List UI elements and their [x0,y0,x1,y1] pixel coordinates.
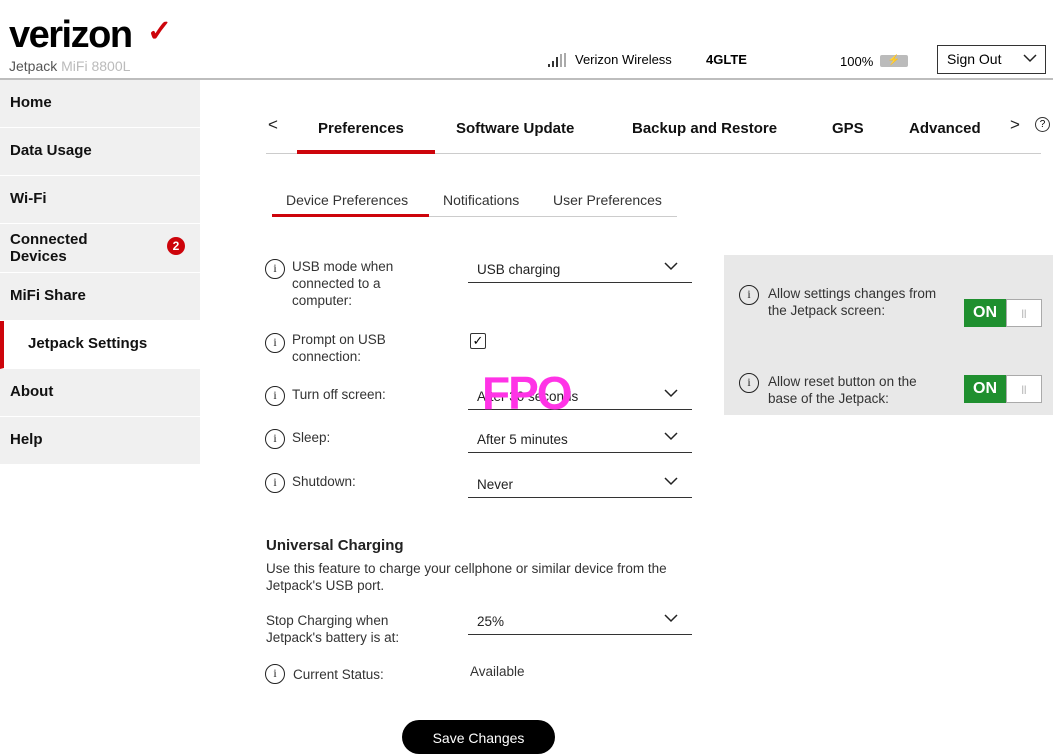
universal-charging-description: Use this feature to charge your cellphon… [266,561,667,593]
toggle-state: ON [964,299,1006,327]
chevron-down-icon [664,262,678,271]
shutdown-value: Never [477,477,514,492]
shutdown-select[interactable]: Never [468,472,692,498]
sidebar: Home Data Usage Wi-Fi Connected Devices … [0,80,200,465]
signal-bars-icon [548,53,568,67]
verizon-check-icon: ✓ [147,15,173,48]
fpo-watermark: FPO [482,367,573,419]
active-tab-indicator [297,150,435,154]
toggle-state: ON [964,375,1006,403]
tab-software-update[interactable]: Software Update [456,120,574,137]
info-icon[interactable]: i [739,285,759,305]
active-subtab-indicator [272,214,429,217]
toggle-knob-icon: || [1006,375,1042,403]
sleep-select[interactable]: After 5 minutes [468,427,692,453]
sign-out-dropdown[interactable]: Sign Out [937,45,1046,74]
chevron-down-icon [1023,54,1037,63]
sidebar-item-label: MiFi Share [10,287,86,304]
info-icon[interactable]: i [739,373,759,393]
subtab-notifications[interactable]: Notifications [443,192,519,208]
tabs-prev-arrow[interactable]: < [268,115,278,135]
sidebar-item-data-usage[interactable]: Data Usage [0,128,200,176]
help-icon[interactable]: ? [1035,117,1050,132]
sidebar-item-label: Wi-Fi [10,190,47,207]
tab-preferences[interactable]: Preferences [318,120,404,137]
info-icon[interactable]: i [265,664,285,684]
toggle-knob-icon: || [1006,299,1042,327]
header: verizon ✓ Jetpack MiFi 8800L Verizon Wir… [0,0,1053,80]
sidebar-item-home[interactable]: Home [0,80,200,128]
current-status-label: Current Status: [293,667,384,682]
sidebar-item-mifi-share[interactable]: MiFi Share [0,273,200,321]
sidebar-item-label: Help [10,431,43,448]
info-icon[interactable]: i [265,473,285,493]
chevron-down-icon [664,614,678,623]
info-icon[interactable]: i [265,429,285,449]
current-status-value: Available [470,664,525,679]
subtab-device-preferences[interactable]: Device Preferences [286,192,408,208]
verizon-logo: verizon [9,14,133,56]
usb-mode-value: USB charging [477,262,561,277]
subtab-user-preferences[interactable]: User Preferences [553,192,662,208]
devices-count-badge: 2 [167,237,185,255]
chevron-down-icon [664,389,678,398]
stop-charging-select[interactable]: 25% [468,609,692,635]
stop-charging-value: 25% [477,614,505,629]
sidebar-item-label: Connected Devices [10,231,88,265]
universal-charging-title: Universal Charging [266,537,404,554]
turn-off-screen-label: Turn off screen: [292,387,386,402]
tab-advanced[interactable]: Advanced [909,120,981,137]
info-icon[interactable]: i [265,386,285,406]
sidebar-item-wifi[interactable]: Wi-Fi [0,176,200,224]
prompt-usb-label: Prompt on USB connection: [292,332,386,364]
sidebar-item-jetpack-settings[interactable]: Jetpack Settings [0,321,200,369]
sidebar-item-connected-devices[interactable]: Connected Devices 2 [0,224,200,273]
carrier-name: Verizon Wireless [575,52,672,67]
sleep-value: After 5 minutes [477,432,568,447]
battery-percent: 100% [840,54,874,69]
chevron-down-icon [664,477,678,486]
stop-charging-label: Stop Charging when Jetpack's battery is … [266,613,400,645]
allow-settings-label: Allow settings changes from the Jetpack … [768,286,937,318]
sidebar-item-label: Data Usage [10,142,92,159]
network-type: 4GLTE [706,52,747,67]
allow-reset-toggle[interactable]: ON || [964,375,1042,403]
chevron-down-icon [664,432,678,441]
product-label: Jetpack [9,58,58,74]
sleep-label: Sleep: [292,430,331,445]
sidebar-item-about[interactable]: About [0,369,200,417]
tab-gps[interactable]: GPS [832,120,864,137]
sidebar-item-help[interactable]: Help [0,417,200,465]
tab-backup-restore[interactable]: Backup and Restore [632,120,777,137]
model-label: MiFi 8800L [61,58,131,74]
jetpack-screen-settings-panel: i Allow settings changes from the Jetpac… [724,255,1053,415]
save-changes-button[interactable]: Save Changes [402,720,555,754]
allow-reset-label: Allow reset button on the base of the Je… [768,374,917,406]
charging-battery-icon: ⚡ [880,55,908,67]
shutdown-label: Shutdown: [292,474,356,489]
prompt-usb-checkbox[interactable]: ✓ [470,333,486,349]
sidebar-item-label: Home [10,94,52,111]
allow-settings-toggle[interactable]: ON || [964,299,1042,327]
tabs-next-arrow[interactable]: > [1010,115,1020,135]
product-name: Jetpack MiFi 8800L [9,58,130,74]
sidebar-item-label: Jetpack Settings [28,335,148,352]
usb-mode-label: USB mode when connected to a computer: [292,259,394,308]
sign-out-label: Sign Out [947,51,1002,67]
info-icon[interactable]: i [265,333,285,353]
info-icon[interactable]: i [265,259,285,279]
sidebar-item-label: About [10,383,54,400]
usb-mode-select[interactable]: USB charging [468,257,692,283]
